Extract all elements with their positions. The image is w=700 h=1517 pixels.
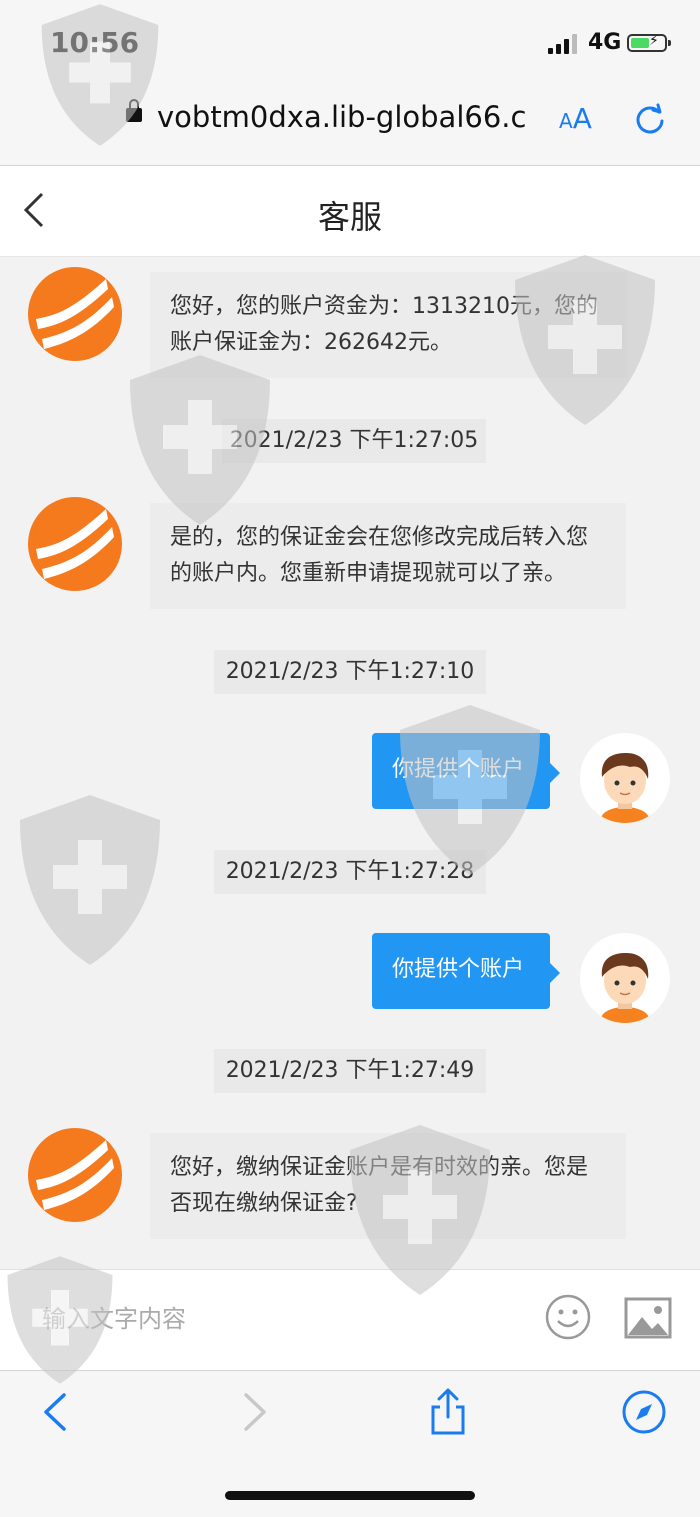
message-bubble-user: 你提供个账户 <box>372 733 560 809</box>
timestamp: 2021/2/23 下午1:27:49 <box>214 1049 486 1093</box>
message-input[interactable] <box>40 1298 504 1340</box>
timestamp: 2021/2/23 下午1:27:05 <box>222 419 486 463</box>
reload-icon[interactable] <box>633 102 667 136</box>
message-bubble-agent: 您好，缴纳保证金账户是有时效的亲。您是否现在缴纳保证金? <box>150 1133 626 1239</box>
text-size-large-label: A <box>572 102 592 135</box>
signal-icon <box>548 34 578 54</box>
url-text[interactable]: vobtm0dxa.lib-global66.c <box>157 100 542 134</box>
browser-toolbar <box>0 1370 700 1517</box>
network-type: 4G <box>588 30 622 55</box>
chat-area[interactable]: 您好，您的账户资金为：1313210元，您的账户保证金为：262642元。 20… <box>0 257 700 1269</box>
browser-back-icon[interactable] <box>32 1387 82 1437</box>
compass-icon[interactable] <box>619 1387 669 1437</box>
image-icon[interactable] <box>624 1297 672 1339</box>
timestamp: 2021/2/23 下午1:27:10 <box>214 650 486 694</box>
lock-icon <box>126 99 142 122</box>
message-bubble-agent: 您好，您的账户资金为：1313210元，您的账户保证金为：262642元。 <box>150 272 626 378</box>
status-time: 10:56 <box>50 26 140 59</box>
text-size-button[interactable]: AA <box>559 102 592 135</box>
emoji-icon[interactable] <box>545 1294 591 1340</box>
chat-header: 客服 <box>0 166 700 257</box>
battery-tip <box>668 40 671 46</box>
agent-avatar <box>28 267 122 361</box>
message-input-bar <box>0 1269 700 1370</box>
page-title: 客服 <box>317 198 382 236</box>
message-bubble-user: 你提供个账户 <box>372 933 560 1009</box>
browser-forward-icon[interactable] <box>228 1387 278 1437</box>
share-icon[interactable] <box>423 1387 473 1437</box>
user-avatar <box>580 933 670 1023</box>
home-indicator <box>225 1491 475 1500</box>
address-bar[interactable]: vobtm0dxa.lib-global66.c AA <box>0 90 700 150</box>
user-avatar <box>580 733 670 823</box>
text-size-small-label: A <box>559 109 573 133</box>
agent-avatar <box>28 497 122 591</box>
browser-chrome: 10:56 4G ⚡ vobtm0dxa.lib-global66.c AA <box>0 0 700 166</box>
battery-icon: ⚡ <box>627 33 667 52</box>
timestamp: 2021/2/23 下午1:27:28 <box>214 850 486 894</box>
message-bubble-agent: 是的，您的保证金会在您修改完成后转入您的账户内。您重新申请提现就可以了亲。 <box>150 503 626 609</box>
agent-avatar <box>28 1128 122 1222</box>
